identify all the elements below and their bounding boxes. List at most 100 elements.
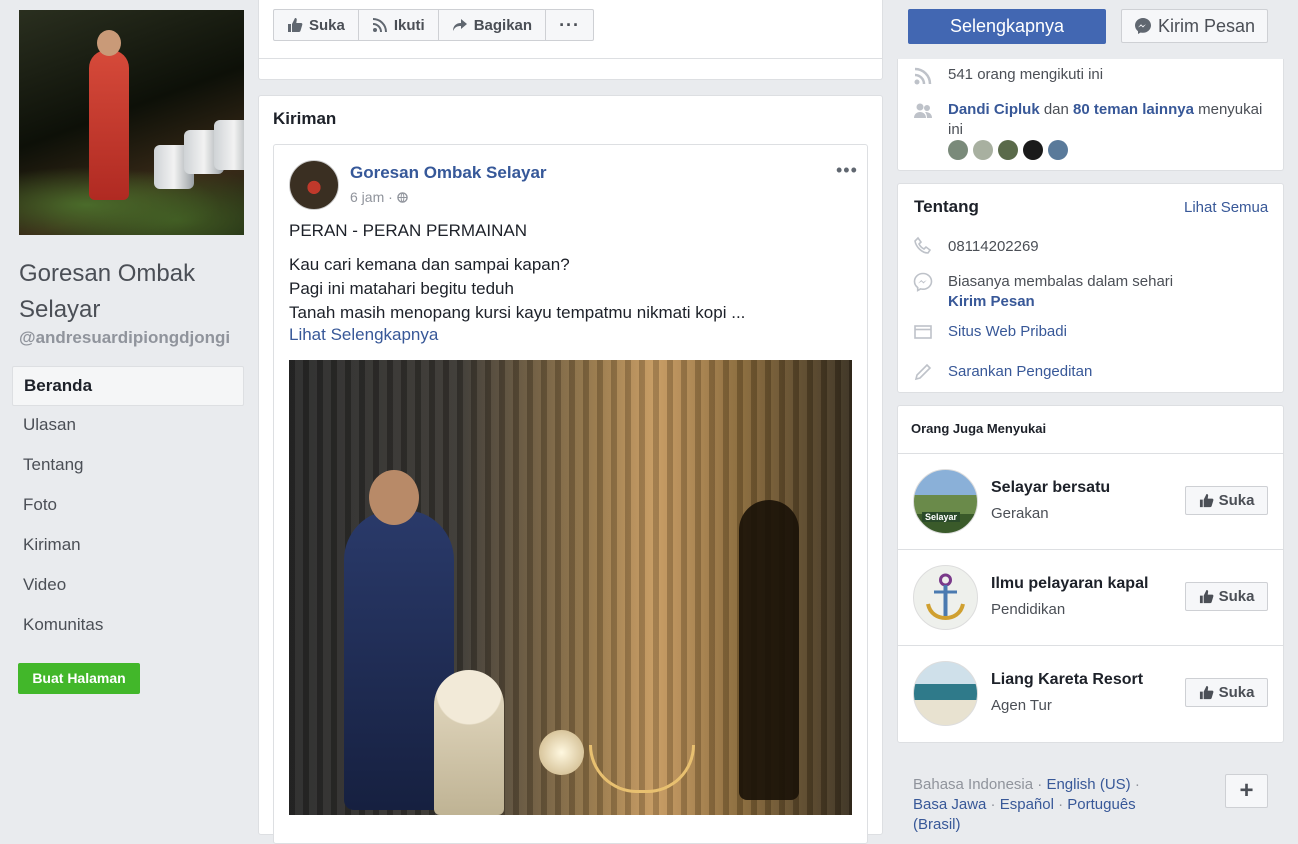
send-message-label: Kirim Pesan — [1157, 15, 1256, 36]
suggestion-name[interactable]: Ilmu pelayaran kapal — [991, 575, 1148, 593]
other-friends-link[interactable]: 80 teman lainnya — [1073, 101, 1194, 118]
website-link[interactable]: Situs Web Pribadi — [948, 322, 1067, 342]
suggestion-name[interactable]: Selayar bersatu — [991, 479, 1110, 497]
share-arrow-icon — [452, 19, 467, 31]
cover-photo[interactable] — [19, 10, 244, 235]
nav-item-video[interactable]: Video — [12, 566, 244, 606]
follow-label: Ikuti — [393, 16, 425, 34]
see-more-button[interactable]: Selengkapnya — [908, 9, 1106, 44]
nav-item-foto[interactable]: Foto — [12, 486, 244, 526]
followers-count: 541 orang mengikuti ini — [948, 66, 1104, 83]
suggestion-category: Gerakan — [991, 505, 1049, 522]
post-title: PERAN - PERAN PERMAINAN — [289, 221, 528, 240]
see-more-link[interactable]: Lihat Selengkapnya — [289, 325, 438, 345]
dot-separator: · — [1058, 796, 1064, 813]
globe-icon — [396, 192, 408, 203]
nav-item-beranda[interactable]: Beranda — [12, 366, 244, 406]
more-dots-icon: ··· — [559, 14, 581, 35]
post-author-avatar[interactable] — [289, 160, 339, 210]
friends-likes-text: Dandi Cipluk dan 80 teman lainnya menyuk… — [948, 100, 1268, 140]
anchor-icon — [926, 573, 965, 621]
rss-icon — [914, 67, 932, 85]
post-line: Pagi ini matahari begitu teduh — [289, 279, 514, 298]
suggestion-category: Pendidikan — [991, 601, 1066, 618]
friends-icon — [914, 103, 932, 118]
friend-avatar[interactable] — [948, 140, 968, 160]
nav-item-ulasan[interactable]: Ulasan — [12, 406, 244, 446]
page-title[interactable]: Goresan Ombak Selayar — [19, 256, 249, 328]
send-message-button[interactable]: Kirim Pesan — [1121, 9, 1268, 43]
suggest-edits-link[interactable]: Sarankan Pengeditan — [948, 362, 1092, 382]
follow-button[interactable]: Ikuti — [357, 9, 439, 41]
suggestion-like-label: Suka — [1218, 588, 1255, 605]
nav-item-kiriman[interactable]: Kiriman — [12, 526, 244, 566]
post-body: Kau cari kemana dan sampai kapan? Pagi i… — [289, 253, 745, 325]
about-title: Tentang — [914, 197, 979, 216]
photo-orb — [539, 730, 584, 775]
action-buttons: Suka Ikuti Bagikan ··· — [273, 9, 595, 43]
post-line: Kau cari kemana dan sampai kapan? — [289, 255, 570, 274]
post-timestamp[interactable]: 6 jam · — [350, 189, 408, 205]
friend-avatar[interactable] — [1048, 140, 1068, 160]
share-label: Bagikan — [473, 16, 533, 34]
post-time: 6 jam — [350, 189, 385, 205]
friend-avatar[interactable] — [998, 140, 1018, 160]
phone-icon — [914, 236, 932, 254]
send-message-link[interactable]: Kirim Pesan — [948, 292, 1035, 312]
cover-drum — [214, 120, 244, 170]
cover-dancer-head — [97, 30, 121, 56]
post-line: Tanah masih menopang kursi kayu tempatmu… — [289, 303, 746, 322]
language-selector: Bahasa Indonesia · English (US) · Basa J… — [913, 775, 1183, 835]
language-link[interactable]: Español — [1000, 796, 1054, 813]
suggestion-name[interactable]: Liang Kareta Resort — [991, 671, 1143, 689]
divider — [898, 453, 1283, 454]
language-link[interactable]: Basa Jawa — [913, 796, 986, 813]
suggestion-like-label: Suka — [1218, 684, 1255, 701]
more-options-button[interactable]: ··· — [545, 9, 595, 41]
suggestion-like-button[interactable]: Suka — [1185, 486, 1268, 515]
page-handle[interactable]: @andresuardipiongdjongi — [19, 328, 230, 348]
nav-item-tentang[interactable]: Tentang — [12, 446, 244, 486]
cover-dancer — [89, 50, 129, 200]
page-nav: Beranda Ulasan Tentang Foto Kiriman Vide… — [12, 366, 244, 646]
like-label: Suka — [309, 16, 345, 34]
post-photo[interactable] — [289, 360, 852, 815]
suggestion-like-button[interactable]: Suka — [1185, 582, 1268, 611]
thumbs-up-icon — [1199, 589, 1213, 604]
suggestion-avatar[interactable] — [913, 661, 978, 726]
dot-separator: · — [1134, 776, 1140, 793]
create-page-button[interactable]: Buat Halaman — [18, 663, 140, 694]
thumbs-up-icon — [1199, 493, 1213, 508]
friend-avatar[interactable] — [1023, 140, 1043, 160]
dot-separator: · — [990, 796, 996, 813]
divider — [258, 58, 883, 59]
see-all-link[interactable]: Lihat Semua — [1184, 199, 1268, 216]
likes-and: dan — [1043, 101, 1069, 118]
dot-separator: · — [1037, 776, 1043, 793]
rss-icon — [372, 18, 387, 33]
like-button[interactable]: Suka — [273, 9, 359, 41]
suggestions-title: Orang Juga Menyukai — [911, 421, 1047, 436]
friend-name-link[interactable]: Dandi Cipluk — [948, 101, 1040, 118]
suggestion-badge: Selayar — [922, 512, 961, 522]
post-author-name[interactable]: Goresan Ombak Selayar — [350, 163, 547, 183]
suggestion-avatar[interactable] — [913, 565, 978, 630]
phone-number[interactable]: 08114202269 — [948, 237, 1039, 257]
photo-dancer-head — [369, 470, 419, 525]
suggestion-like-button[interactable]: Suka — [1185, 678, 1268, 707]
post-options-icon[interactable]: ••• — [836, 160, 858, 181]
nav-item-komunitas[interactable]: Komunitas — [12, 606, 244, 646]
language-link[interactable]: English (US) — [1046, 776, 1130, 793]
photo-king-shadow — [739, 500, 799, 800]
share-button[interactable]: Bagikan — [437, 9, 547, 41]
friend-avatars — [948, 140, 1073, 160]
friend-avatar[interactable] — [973, 140, 993, 160]
dot-separator: · — [388, 189, 393, 205]
divider — [898, 549, 1283, 550]
photo-pawn — [434, 670, 504, 815]
suggestion-avatar[interactable]: Selayar — [913, 469, 978, 534]
messenger-icon — [913, 272, 933, 292]
add-language-button[interactable]: + — [1225, 774, 1268, 808]
pencil-icon — [914, 363, 932, 381]
suggestion-category: Agen Tur — [991, 697, 1052, 714]
